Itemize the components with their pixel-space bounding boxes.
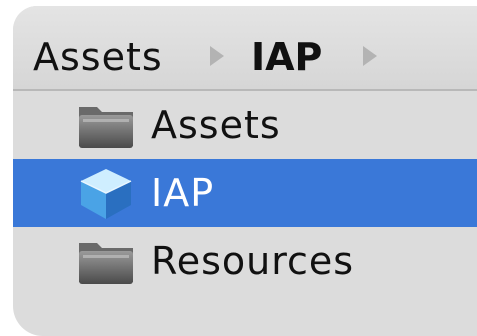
breadcrumb-item-assets[interactable]: Assets [33,34,163,80]
folder-icon [79,107,133,148]
project-panel: Assets IAP Assets IAP Resources [13,6,477,336]
breadcrumb-separator-icon [363,46,377,66]
cube-icon [80,169,132,219]
breadcrumb-separator-icon [210,46,224,66]
breadcrumb-item-iap[interactable]: IAP [251,34,322,80]
list-item-label: Assets [151,103,281,147]
list-item-resources[interactable]: Resources [13,227,477,295]
list-item-iap[interactable]: IAP [13,159,477,227]
breadcrumb: Assets IAP [13,6,477,91]
list-item-label: Resources [151,239,355,283]
list-item-label: IAP [151,171,215,215]
list-item-assets[interactable]: Assets [13,91,477,159]
folder-icon [79,243,133,284]
